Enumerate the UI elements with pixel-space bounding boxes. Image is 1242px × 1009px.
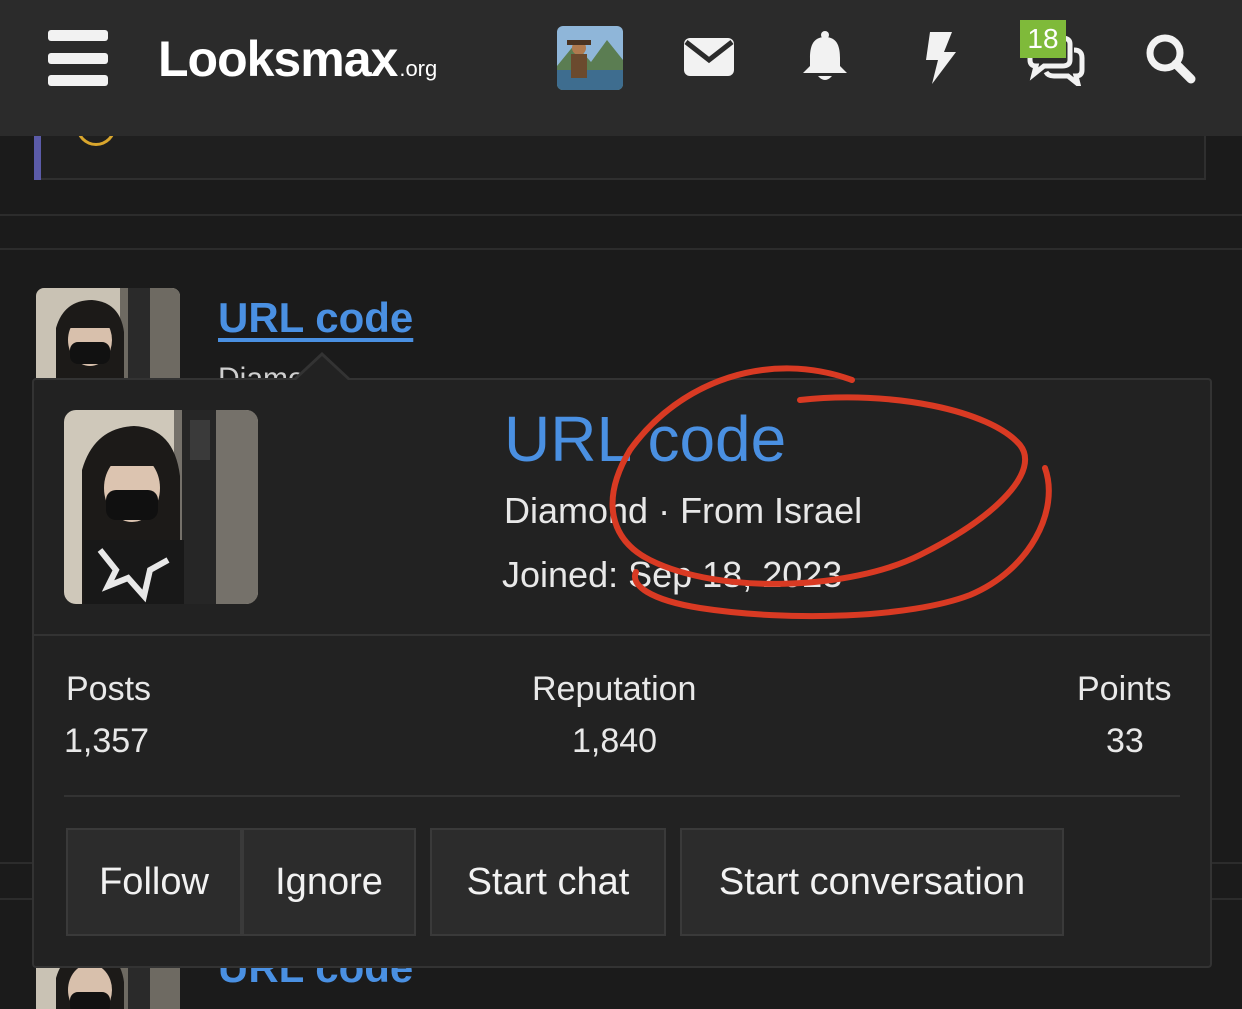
search-icon[interactable] xyxy=(1144,32,1196,84)
stat-posts[interactable]: Posts 1,357 xyxy=(64,670,152,760)
logo-suffix: .org xyxy=(399,56,438,81)
quote-accent-bar xyxy=(34,136,41,180)
member-rank-location: Diamond · From Israel xyxy=(504,490,863,531)
stat-reputation[interactable]: Reputation 1,840 xyxy=(532,670,697,760)
bell-icon[interactable] xyxy=(800,30,850,84)
stat-value: 1,840 xyxy=(572,722,658,760)
stat-label: Reputation xyxy=(532,670,697,708)
bolt-icon[interactable] xyxy=(918,30,964,86)
menu-icon[interactable] xyxy=(44,30,112,86)
stat-value: 33 xyxy=(1106,722,1144,760)
stat-label: Points xyxy=(1077,670,1172,708)
divider xyxy=(0,214,1242,216)
member-name-link[interactable]: URL code xyxy=(218,294,413,342)
notification-badge[interactable]: 18 xyxy=(1020,20,1066,58)
mail-icon[interactable] xyxy=(682,34,736,80)
stat-points[interactable]: Points 33 xyxy=(1077,670,1172,760)
divider xyxy=(0,248,1242,250)
member-username[interactable]: URL code xyxy=(504,402,786,476)
member-avatar-large[interactable] xyxy=(64,410,258,604)
site-logo[interactable]: Looksmax .org xyxy=(158,28,437,88)
start-chat-button[interactable]: Start chat xyxy=(430,828,666,936)
member-joined-date: Joined: Sep 18, 2023 xyxy=(502,554,843,595)
logo-text: Looksmax xyxy=(158,31,398,87)
stat-label: Posts xyxy=(66,670,152,708)
start-conversation-button[interactable]: Start conversation xyxy=(680,828,1064,936)
member-tooltip-card: URL code Diamond · From Israel Joined: S… xyxy=(32,378,1212,968)
stats-divider xyxy=(64,795,1180,797)
stat-value: 1,357 xyxy=(64,722,150,760)
ignore-button[interactable]: Ignore xyxy=(242,828,416,936)
account-avatar[interactable] xyxy=(557,26,623,90)
follow-button[interactable]: Follow xyxy=(66,828,242,936)
top-bar: Looksmax .org 18 xyxy=(0,0,1242,136)
tooltip-arrow-inner xyxy=(295,356,349,381)
card-divider xyxy=(34,634,1210,636)
